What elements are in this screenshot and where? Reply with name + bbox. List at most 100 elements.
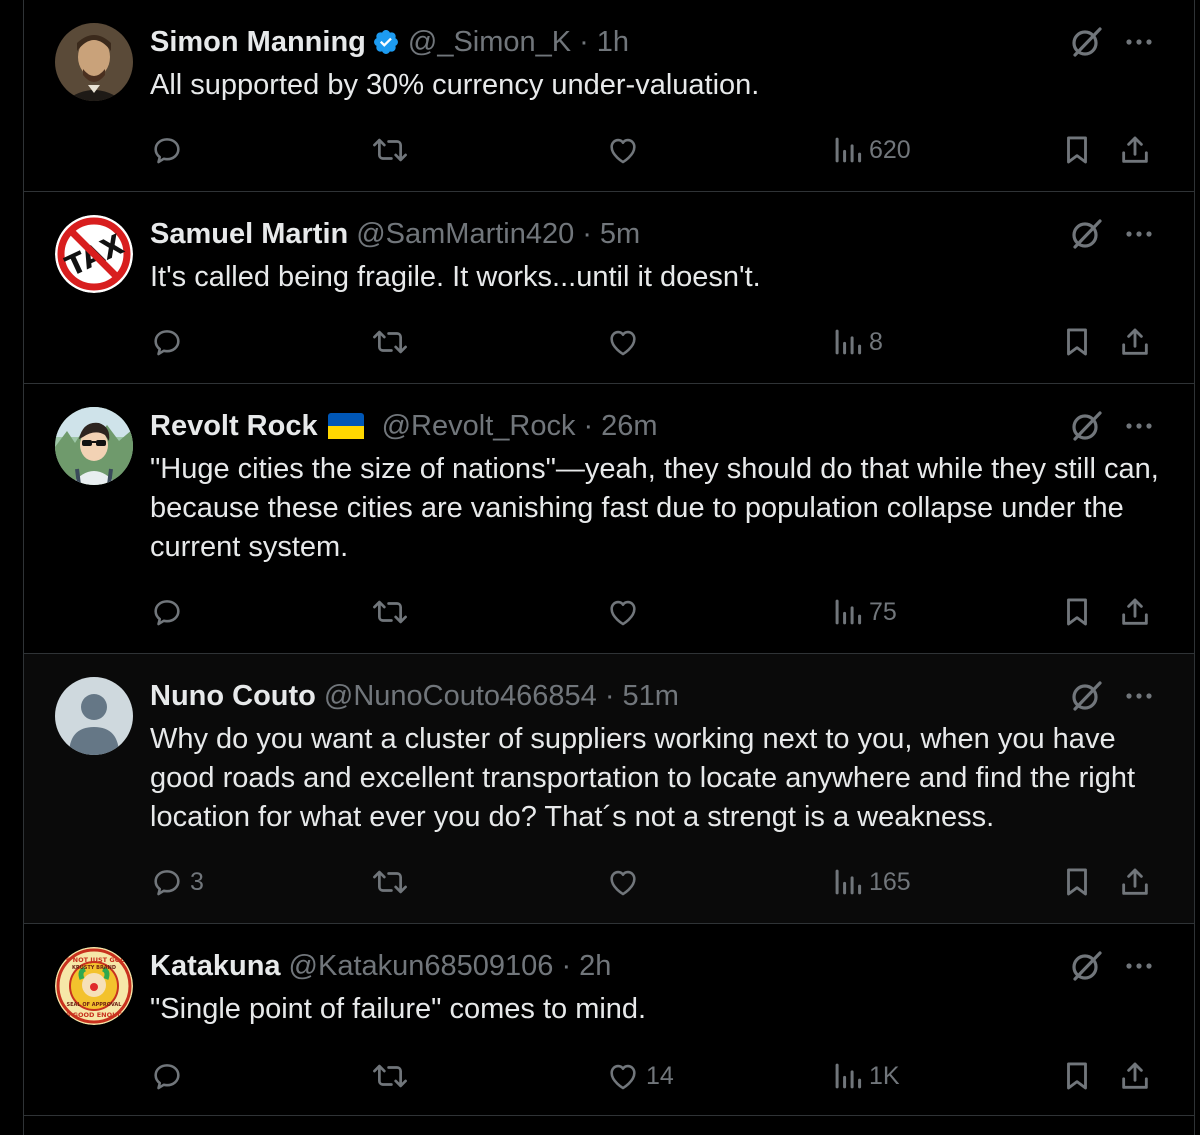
like-button[interactable] <box>606 320 646 364</box>
avatar[interactable] <box>55 407 133 485</box>
grok-icon[interactable] <box>1068 216 1104 252</box>
display-name[interactable]: Nuno Couto <box>150 680 316 713</box>
share-button[interactable] <box>1118 320 1152 364</box>
retweet-button[interactable] <box>370 1054 410 1098</box>
grok-icon[interactable] <box>1068 948 1104 984</box>
timestamp[interactable]: 26m <box>601 410 657 443</box>
tweet-header: Revolt Rock @Revolt_Rock · 26m <box>150 406 658 446</box>
user-handle[interactable]: @_Simon_K <box>408 26 571 59</box>
views-button[interactable]: 620 <box>833 128 911 172</box>
user-handle[interactable]: @NunoCouto466854 <box>324 680 597 713</box>
reply-button[interactable] <box>150 320 190 364</box>
tweet-text: All supported by 30% currency under-valu… <box>150 69 760 101</box>
like-button[interactable]: 14 <box>606 1054 674 1098</box>
grok-icon[interactable] <box>1068 678 1104 714</box>
tweet[interactable]: Nuno Couto @NunoCouto466854 · 51m Why do… <box>24 654 1194 924</box>
views-button[interactable]: 8 <box>833 320 883 364</box>
tweet[interactable]: Revolt Rock @Revolt_Rock · 26m "Huge cit… <box>24 384 1194 654</box>
retweet-icon <box>373 1064 407 1088</box>
retweet-icon <box>373 600 407 624</box>
timestamp[interactable]: 51m <box>623 680 679 713</box>
like-button[interactable] <box>606 128 646 172</box>
tweet-actions: 3 165 <box>150 860 1160 904</box>
bookmark-button[interactable] <box>1060 128 1094 172</box>
analytics-icon <box>835 869 862 895</box>
share-button[interactable] <box>1118 128 1152 172</box>
tweet-text: Why do you want a cluster of suppliers w… <box>150 723 1136 833</box>
view-count: 620 <box>869 135 911 164</box>
more-options-icon[interactable] <box>1121 678 1157 714</box>
tweet[interactable]: TAX Samuel Martin @SamMartin420 · 5m It'… <box>24 192 1194 384</box>
user-handle[interactable]: @Revolt_Rock <box>382 410 576 443</box>
separator: · <box>583 409 594 442</box>
timestamp[interactable]: 5m <box>600 218 640 251</box>
reply-button[interactable]: 3 <box>150 860 204 904</box>
share-icon <box>1122 868 1148 895</box>
user-handle[interactable]: @Katakun68509106 <box>289 950 554 983</box>
more-options-icon[interactable] <box>1121 24 1157 60</box>
share-icon <box>1122 328 1148 355</box>
share-icon <box>1122 1062 1148 1089</box>
bookmark-button[interactable] <box>1060 860 1094 904</box>
bookmark-icon <box>1067 328 1087 356</box>
avatar[interactable]: TAX <box>55 215 133 293</box>
like-button[interactable] <box>606 590 646 634</box>
bookmark-icon <box>1067 136 1087 164</box>
display-name[interactable]: Samuel Martin <box>150 218 348 251</box>
tweet-text: "Huge cities the size of nations"—yeah, … <box>150 453 1159 563</box>
separator: · <box>582 217 592 250</box>
bookmark-button[interactable] <box>1060 320 1094 364</box>
retweet-button[interactable] <box>370 860 410 904</box>
timestamp[interactable]: 1h <box>597 26 629 59</box>
views-button[interactable]: 165 <box>833 860 911 904</box>
retweet-button[interactable] <box>370 590 410 634</box>
heart-icon <box>610 1064 636 1090</box>
avatar[interactable] <box>55 677 133 755</box>
view-count: 165 <box>869 867 911 896</box>
more-options-icon[interactable] <box>1121 216 1157 252</box>
tweet-actions: 620 <box>150 128 1160 172</box>
bookmark-button[interactable] <box>1060 1054 1094 1098</box>
retweet-button[interactable] <box>370 128 410 172</box>
tweet-header: Simon Manning @_Simon_K · 1h <box>150 22 629 62</box>
reply-button[interactable] <box>150 590 190 634</box>
retweet-icon <box>373 138 407 162</box>
avatar[interactable]: IT'S NOT JUST GOOD KRUSTY BRAND SEAL OF … <box>55 947 133 1025</box>
reply-count: 3 <box>190 867 204 896</box>
ukraine-flag-icon <box>327 413 364 439</box>
bookmark-button[interactable] <box>1060 590 1094 634</box>
analytics-icon <box>835 329 862 355</box>
display-name[interactable]: Revolt Rock <box>150 410 318 443</box>
share-button[interactable] <box>1118 590 1152 634</box>
share-icon <box>1122 598 1148 625</box>
bookmark-icon <box>1067 598 1087 626</box>
tweet-header: Samuel Martin @SamMartin420 · 5m <box>150 214 640 254</box>
analytics-icon <box>835 1063 862 1089</box>
grok-icon[interactable] <box>1068 24 1104 60</box>
like-button[interactable] <box>606 860 646 904</box>
views-button[interactable]: 75 <box>833 590 897 634</box>
share-button[interactable] <box>1118 1054 1152 1098</box>
user-handle[interactable]: @SamMartin420 <box>356 218 574 251</box>
reply-button[interactable] <box>150 1054 190 1098</box>
reply-button[interactable] <box>150 128 190 172</box>
avatar-text-bottom: IT'S GOOD ENOUGH! <box>57 1011 131 1019</box>
more-options-icon[interactable] <box>1121 408 1157 444</box>
tweet[interactable]: IT'S NOT JUST GOOD KRUSTY BRAND SEAL OF … <box>24 924 1194 1116</box>
display-name[interactable]: Simon Manning <box>150 26 366 59</box>
avatar[interactable] <box>55 23 133 101</box>
retweet-button[interactable] <box>370 320 410 364</box>
grok-icon[interactable] <box>1068 408 1104 444</box>
heart-icon <box>610 600 636 626</box>
tweet[interactable]: Simon Manning @_Simon_K · 1h All support… <box>24 0 1194 192</box>
share-icon <box>1122 136 1148 163</box>
display-name[interactable]: Katakuna <box>150 950 281 983</box>
view-count: 75 <box>869 597 897 626</box>
share-button[interactable] <box>1118 860 1152 904</box>
more-options-icon[interactable] <box>1121 948 1157 984</box>
reply-icon <box>154 870 180 896</box>
timestamp[interactable]: 2h <box>579 950 611 983</box>
views-button[interactable]: 1K <box>833 1054 900 1098</box>
tweet-header: Nuno Couto @NunoCouto466854 · 51m <box>150 676 679 716</box>
analytics-icon <box>835 599 862 625</box>
